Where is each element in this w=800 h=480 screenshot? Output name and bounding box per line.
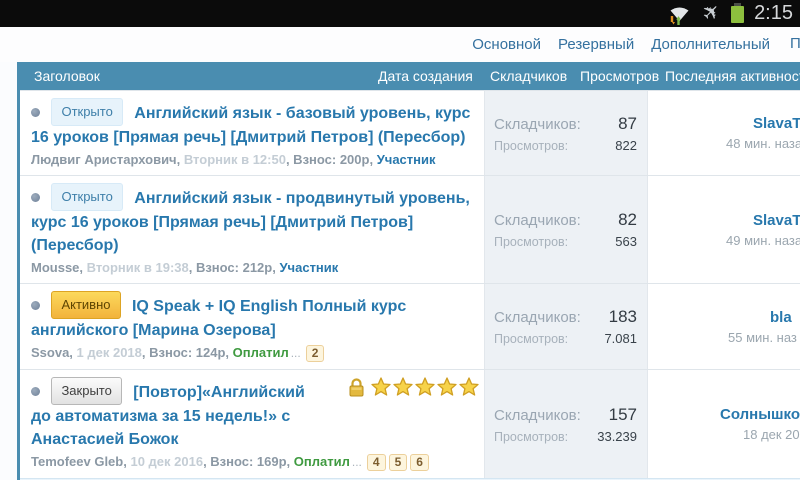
topic-title-block: Открыто Английский язык - базовый уровен…	[31, 98, 474, 149]
author-name[interactable]: Ssova,	[31, 345, 77, 360]
participants-count: 82	[618, 210, 637, 229]
table-row[interactable]: Открыто Английский язык - продвинутый ур…	[20, 175, 800, 283]
topic-byline: Mousse, Вторник в 19:38, Взнос: 212р, Уч…	[31, 260, 474, 276]
views-label: Просмотров:	[494, 332, 569, 346]
last-activity-user[interactable]: SlavaT	[753, 212, 800, 229]
unread-dot-icon	[31, 193, 40, 202]
fee-amount: , Взнос: 200р,	[285, 152, 377, 167]
status-badge: Открыто	[51, 183, 123, 211]
tab-rezervny[interactable]: Резервный	[558, 36, 634, 53]
paid-status-label: Оплатил	[232, 345, 289, 360]
views-label: Просмотров:	[494, 235, 569, 249]
participants-count: 87	[618, 113, 637, 133]
participants-count: 157	[608, 404, 637, 424]
created-date: Вторник в 19:38	[86, 260, 189, 275]
header-title: Заголовок	[34, 68, 100, 84]
status-badge: Закрыто	[51, 377, 122, 405]
page-number-badge[interactable]: 5	[388, 454, 408, 471]
topic-cell: Открыто Английский язык - базовый уровен…	[20, 91, 484, 175]
last-activity-time: 55 мин. наз	[728, 329, 797, 345]
wifi-icon	[670, 7, 689, 25]
table-row[interactable]: Активно IQ Speak + IQ English Полный кур…	[20, 283, 800, 369]
stats-cell: Складчиков: 82 Просмотров: 563	[484, 176, 648, 283]
rating-block	[348, 376, 480, 399]
lock-icon	[349, 378, 364, 397]
topic-byline: Ssova, 1 дек 2018, Взнос: 124р, Оплатил.…	[31, 345, 474, 362]
last-activity-cell: SlavaT 48 мин. наза	[648, 91, 800, 175]
last-activity-time: 18 дек 20	[743, 427, 800, 442]
views-label: Просмотров:	[494, 429, 569, 444]
participants-count: 183	[608, 307, 637, 326]
topic-cell: Открыто Английский язык - продвинутый ур…	[20, 176, 484, 283]
status-bar-clock: 2:15	[754, 2, 793, 24]
last-activity-user[interactable]: Солнышко	[720, 406, 800, 423]
status-badge: Открыто	[51, 98, 123, 126]
table-row[interactable]: Открыто Английский язык - базовый уровен…	[20, 90, 800, 175]
views-count: 563	[615, 234, 637, 249]
paid-status-label: Оплатил	[293, 454, 350, 469]
stats-cell: Складчиков: 87 Просмотров: 822	[484, 91, 648, 175]
topic-cell: Закрыто [Повтор]«Английский до автоматиз…	[20, 370, 484, 478]
last-activity-user[interactable]: SlavaT	[753, 115, 800, 132]
status-badge: Активно	[51, 291, 121, 319]
header-last-activity: Последняя активность	[665, 68, 800, 84]
pages-ellipsis: ...	[351, 455, 362, 469]
page-number-badge[interactable]: 6	[410, 454, 429, 471]
participants-label: Складчиков:	[494, 115, 581, 133]
views-label: Просмотров:	[494, 138, 569, 153]
last-activity-time: 49 мин. наза	[726, 232, 800, 248]
header-created: Дата создания	[378, 68, 473, 84]
stats-cell: Складчиков: 183 Просмотров: 7.081	[484, 284, 648, 369]
stats-cell: Складчиков: 157 Просмотров: 33.239	[484, 370, 648, 478]
topic-byline: Temofeev Gleb, 10 дек 2016, Взнос: 169р,…	[31, 454, 474, 471]
participants-label: Складчиков:	[494, 406, 581, 424]
topic-title-block: Активно IQ Speak + IQ English Полный кур…	[31, 291, 474, 342]
user-role-label: Участник	[376, 152, 436, 167]
last-activity-cell: Солнышко 18 дек 20	[648, 370, 800, 478]
unread-dot-icon	[31, 387, 40, 396]
unread-dot-icon	[31, 301, 40, 310]
author-name[interactable]: Людвиг Аристархович,	[31, 152, 184, 167]
created-date: Вторник в 12:50	[183, 152, 286, 167]
last-activity-cell: SlavaT 49 мин. наза	[648, 176, 800, 283]
topic-title-block: Открыто Английский язык - продвинутый ур…	[31, 183, 474, 257]
airplane-mode-icon: ✈	[697, 0, 727, 27]
unread-dot-icon	[31, 108, 40, 117]
topic-title-block: Закрыто [Повтор]«Английский до автоматиз…	[31, 377, 322, 451]
last-activity-time: 48 мин. наза	[726, 136, 800, 151]
header-views: Просмотров	[580, 68, 660, 84]
fee-amount: , Взнос: 169р,	[203, 454, 294, 469]
views-count: 822	[615, 137, 637, 153]
views-count: 33.239	[597, 428, 637, 444]
account-tabs: Основной Резервный Дополнительный	[472, 27, 770, 62]
table-row[interactable]: Закрыто [Повтор]«Английский до автоматиз…	[20, 369, 800, 478]
created-date: 1 дек 2018	[76, 345, 142, 360]
topic-cell: Активно IQ Speak + IQ English Полный кур…	[20, 284, 484, 369]
page-number-badge[interactable]: 4	[366, 454, 386, 471]
author-name[interactable]: Mousse,	[31, 260, 87, 275]
android-status-bar: ✈ 2:15	[0, 0, 800, 27]
tab-osnovnoy[interactable]: Основной	[472, 36, 541, 53]
top-link-bar: Основной Резервный Дополнительный П	[0, 27, 800, 62]
header-participants: Складчиков	[490, 68, 568, 84]
tab-partial-cutoff[interactable]: П	[790, 35, 800, 52]
tab-dopolnitelny[interactable]: Дополнительный	[651, 36, 770, 53]
author-name[interactable]: Temofeev Gleb,	[31, 454, 130, 469]
user-role-label: Участник	[279, 260, 339, 275]
last-activity-user[interactable]: bla	[770, 309, 800, 326]
battery-icon	[731, 3, 745, 23]
topic-byline: Людвиг Аристархович, Вторник в 12:50, Вз…	[31, 152, 474, 168]
fee-amount: , Взнос: 212р,	[188, 260, 280, 275]
participants-label: Складчиков:	[494, 212, 581, 229]
participants-label: Складчиков:	[494, 309, 581, 326]
last-activity-cell: bla 55 мин. наз	[648, 284, 800, 369]
views-count: 7.081	[604, 331, 637, 346]
fee-amount: , Взнос: 124р,	[141, 345, 233, 360]
created-date: 10 дек 2016	[130, 454, 204, 469]
table-header: Заголовок Дата создания Складчиков Просм…	[20, 62, 800, 90]
topics-table: Заголовок Дата создания Складчиков Просм…	[17, 62, 800, 480]
five-star-rating-icon	[371, 377, 479, 396]
page-number-badge[interactable]: 2	[305, 345, 325, 362]
pages-ellipsis: ...	[290, 346, 301, 360]
